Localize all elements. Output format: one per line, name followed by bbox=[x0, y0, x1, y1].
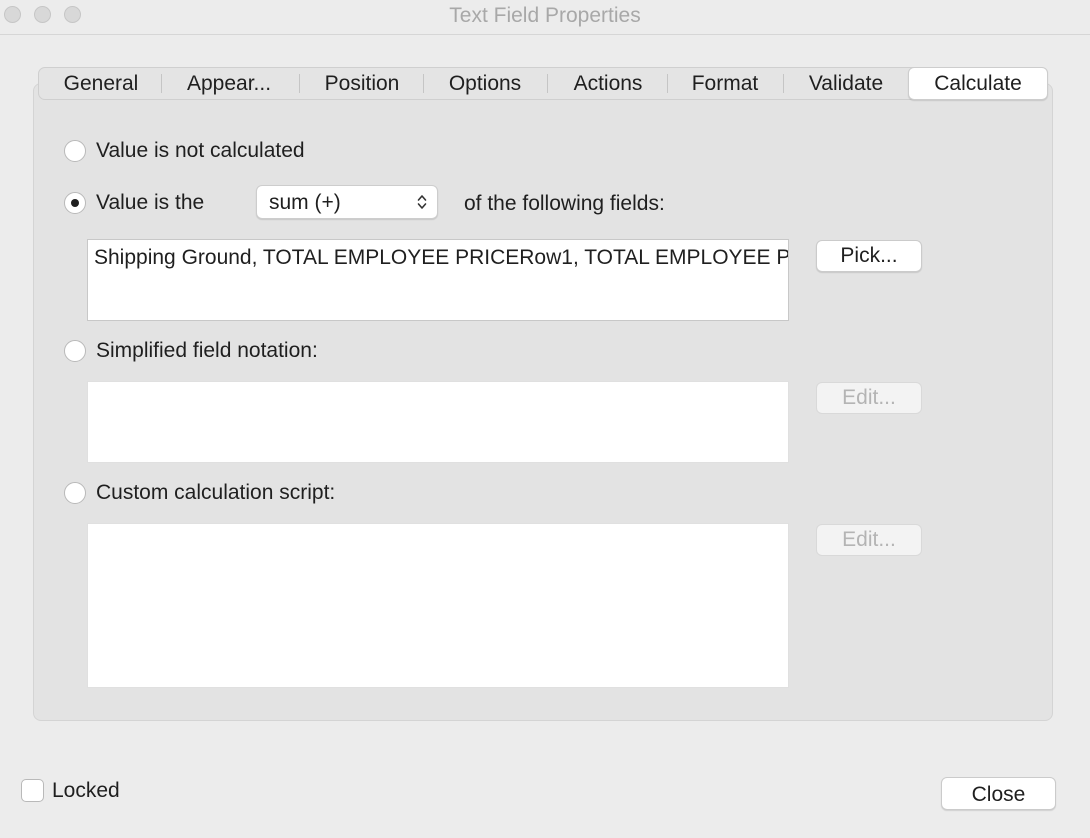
title-bar: Text Field Properties bbox=[0, 0, 1090, 35]
tab-separator bbox=[667, 74, 668, 93]
simplified-notation-label: Simplified field notation: bbox=[96, 339, 318, 362]
tab-actions[interactable]: Actions bbox=[555, 68, 661, 99]
edit-simplified-button[interactable]: Edit... bbox=[816, 382, 922, 414]
tab-options[interactable]: Options bbox=[431, 68, 539, 99]
fields-list-input[interactable]: Shipping Ground, TOTAL EMPLOYEE PRICERow… bbox=[87, 239, 789, 321]
pick-button[interactable]: Pick... bbox=[816, 240, 922, 272]
tab-validate[interactable]: Validate bbox=[791, 68, 901, 99]
tab-calculate[interactable]: Calculate bbox=[908, 67, 1048, 100]
locked-label: Locked bbox=[52, 779, 120, 802]
tab-position[interactable]: Position bbox=[307, 68, 417, 99]
tab-bar: General Appear... Position Options Actio… bbox=[38, 67, 1048, 100]
tab-separator bbox=[299, 74, 300, 93]
operation-select[interactable]: sum (+) bbox=[256, 185, 438, 219]
fields-list-value: Shipping Ground, TOTAL EMPLOYEE PRICERow… bbox=[94, 246, 788, 269]
tab-separator bbox=[547, 74, 548, 93]
radio-value-is[interactable] bbox=[64, 192, 86, 214]
window-title: Text Field Properties bbox=[449, 4, 641, 27]
tab-appearance[interactable]: Appear... bbox=[167, 68, 291, 99]
close-button[interactable]: Close bbox=[941, 777, 1056, 810]
tab-separator bbox=[161, 74, 162, 93]
tab-general[interactable]: General bbox=[47, 68, 155, 99]
not-calculated-label: Value is not calculated bbox=[96, 139, 305, 162]
following-fields-label: of the following fields: bbox=[464, 192, 665, 215]
tab-format[interactable]: Format bbox=[675, 68, 775, 99]
radio-custom-script[interactable] bbox=[64, 482, 86, 504]
chevron-updown-icon bbox=[417, 195, 427, 209]
custom-script-label: Custom calculation script: bbox=[96, 481, 336, 504]
radio-simplified-notation[interactable] bbox=[64, 340, 86, 362]
edit-custom-script-button[interactable]: Edit... bbox=[816, 524, 922, 556]
custom-script-input[interactable] bbox=[87, 523, 789, 688]
value-is-label: Value is the bbox=[96, 191, 205, 214]
tab-separator bbox=[423, 74, 424, 93]
operation-select-value: sum (+) bbox=[269, 191, 341, 214]
tab-separator bbox=[783, 74, 784, 93]
text-field-properties-dialog: Text Field Properties General Appear... … bbox=[0, 0, 1090, 838]
locked-checkbox[interactable] bbox=[21, 779, 44, 802]
radio-not-calculated[interactable] bbox=[64, 140, 86, 162]
simplified-notation-input[interactable] bbox=[87, 381, 789, 463]
